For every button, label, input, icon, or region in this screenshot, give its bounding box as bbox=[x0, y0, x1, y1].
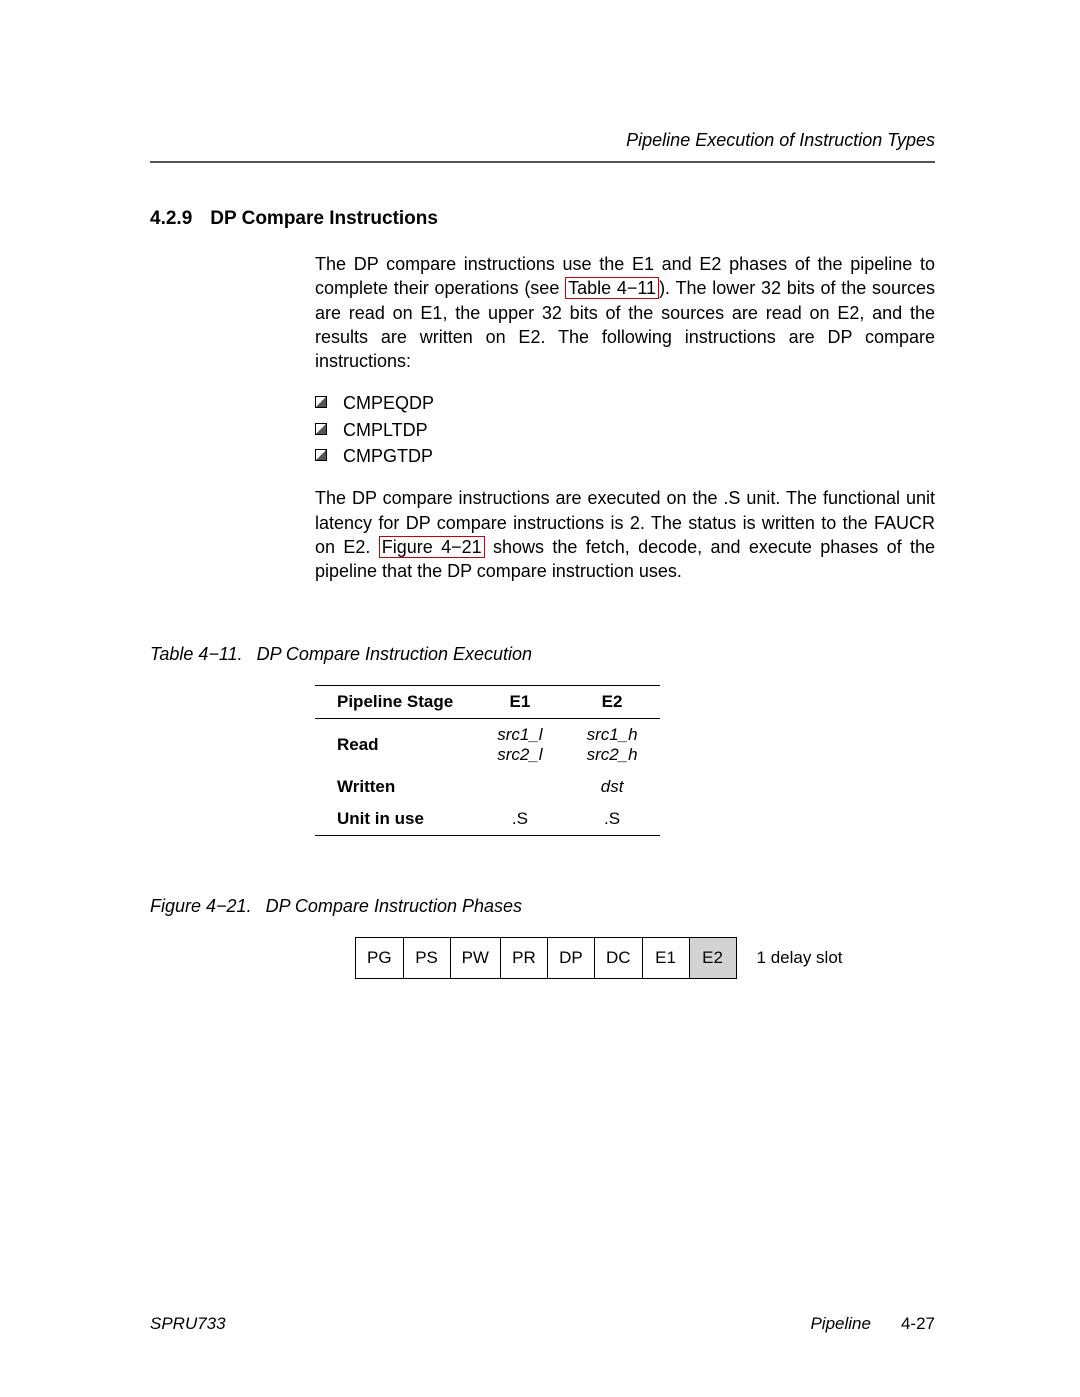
table-cell: src1_hsrc2_h bbox=[565, 718, 660, 771]
table-cell: .S bbox=[565, 803, 660, 836]
table-cell: .S bbox=[475, 803, 564, 836]
row-label: Read bbox=[315, 718, 475, 771]
phase-cell-shaded: E2 bbox=[689, 937, 736, 978]
section-number: 4.2.9 bbox=[150, 208, 192, 230]
phase-cell: E1 bbox=[642, 937, 689, 978]
footer-left: SPRU733 bbox=[150, 1314, 226, 1334]
phase-table: PG PS PW PR DP DC E1 E2 bbox=[355, 937, 737, 979]
figure-caption: Figure 4−21. DP Compare Instruction Phase… bbox=[150, 896, 935, 917]
phase-diagram: PG PS PW PR DP DC E1 E2 1 delay slot bbox=[355, 937, 935, 979]
list-item: CMPEQDP bbox=[315, 391, 935, 415]
table-row: Written dst bbox=[315, 771, 660, 803]
row-label: Unit in use bbox=[315, 803, 475, 836]
body-block: The DP compare instructions use the E1 a… bbox=[315, 252, 935, 584]
footer-page-number: 4-27 bbox=[901, 1314, 935, 1333]
table-4-11-link[interactable]: Table 4−11 bbox=[565, 277, 659, 299]
footer-chapter: Pipeline bbox=[810, 1314, 871, 1333]
footer-right: Pipeline 4-27 bbox=[810, 1314, 935, 1334]
phase-cell: PG bbox=[356, 937, 404, 978]
running-header: Pipeline Execution of Instruction Types bbox=[150, 130, 935, 163]
phase-note: 1 delay slot bbox=[757, 948, 843, 968]
table-cell: dst bbox=[565, 771, 660, 803]
paragraph-2: The DP compare instructions are executed… bbox=[315, 486, 935, 583]
phase-cell: PS bbox=[403, 937, 450, 978]
list-item: CMPLTDP bbox=[315, 418, 935, 442]
section-heading: 4.2.9 DP Compare Instructions bbox=[150, 208, 935, 230]
phase-cell: PW bbox=[450, 937, 500, 978]
table-caption-prefix: Table 4−11. bbox=[150, 644, 243, 665]
table-caption-text: DP Compare Instruction Execution bbox=[257, 644, 532, 664]
list-item: CMPGTDP bbox=[315, 444, 935, 468]
figure-caption-text: DP Compare Instruction Phases bbox=[266, 896, 522, 916]
phase-cell: PR bbox=[500, 937, 547, 978]
phase-cell: DP bbox=[547, 937, 594, 978]
exec-table: Pipeline Stage E1 E2 Read src1_lsrc2_l s… bbox=[315, 685, 660, 836]
figure-caption-prefix: Figure 4−21. bbox=[150, 896, 252, 917]
table-caption: Table 4−11. DP Compare Instruction Execut… bbox=[150, 644, 935, 665]
paragraph-1: The DP compare instructions use the E1 a… bbox=[315, 252, 935, 373]
phase-cell: DC bbox=[594, 937, 642, 978]
table-header: Pipeline Stage bbox=[315, 685, 475, 718]
table-row: Read src1_lsrc2_l src1_hsrc2_h bbox=[315, 718, 660, 771]
page-footer: SPRU733 Pipeline 4-27 bbox=[150, 1314, 935, 1334]
table-cell: src1_lsrc2_l bbox=[475, 718, 564, 771]
table-header: E1 bbox=[475, 685, 564, 718]
row-label: Written bbox=[315, 771, 475, 803]
section-title: DP Compare Instructions bbox=[210, 208, 438, 229]
table-header: E2 bbox=[565, 685, 660, 718]
table-cell bbox=[475, 771, 564, 803]
table-row: Unit in use .S .S bbox=[315, 803, 660, 836]
instruction-list: CMPEQDP CMPLTDP CMPGTDP bbox=[315, 391, 935, 468]
figure-4-21-link[interactable]: Figure 4−21 bbox=[379, 536, 485, 558]
